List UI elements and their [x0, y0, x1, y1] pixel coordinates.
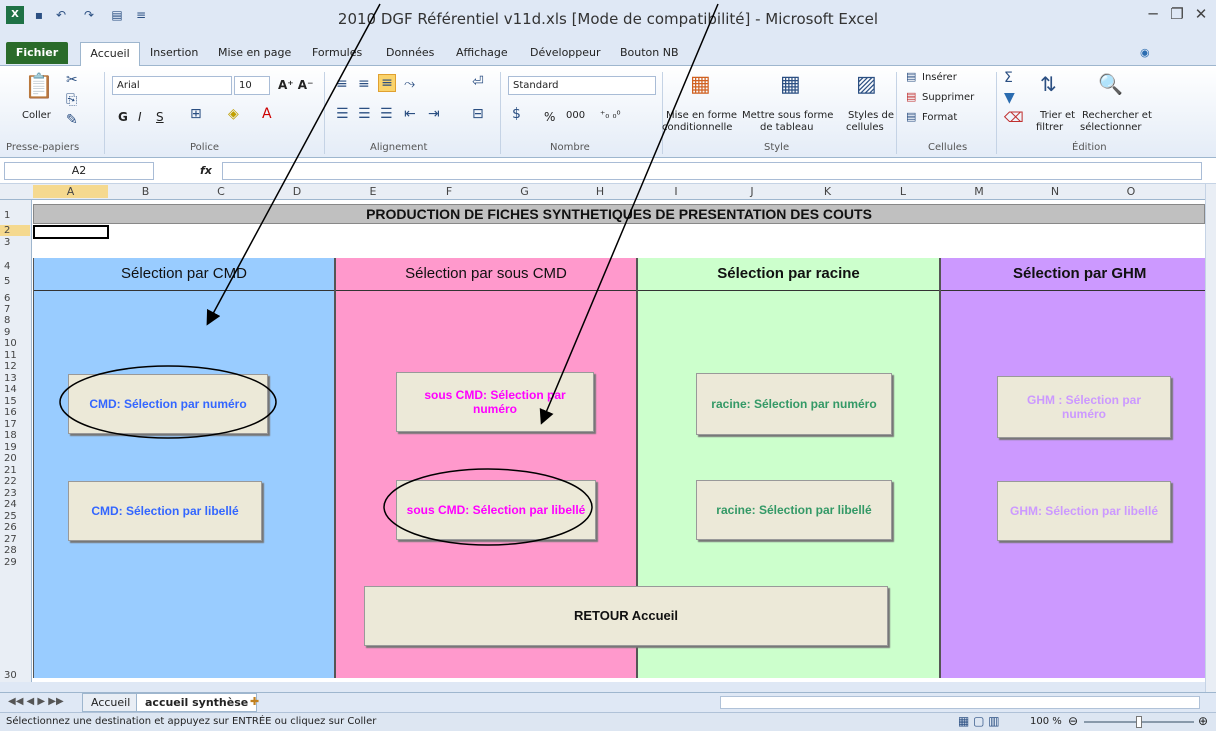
- sheet-tab-accueil[interactable]: Accueil: [82, 693, 140, 712]
- annotation-overlay: [59, 3, 719, 546]
- annotation-arrow: [206, 3, 381, 326]
- annotation-circle: [59, 365, 277, 439]
- annotation-circle: [383, 468, 593, 546]
- sheet-tabs-bar: ◀◀ ◀ ▶ ▶▶ Accueil accueil synthèse ✚: [0, 692, 1216, 712]
- zoom-level[interactable]: 100 %: [1030, 716, 1062, 727]
- zoom-out-icon[interactable]: ⊖: [1068, 714, 1078, 728]
- status-bar: Sélectionnez une destination et appuyez …: [0, 712, 1216, 731]
- sheet-bottom-strip: [0, 682, 1205, 692]
- sheet-nav-arrows[interactable]: ◀◀ ◀ ▶ ▶▶: [8, 696, 64, 707]
- vertical-scrollbar[interactable]: [1205, 184, 1216, 692]
- insert-sheet-icon[interactable]: ✚: [250, 695, 259, 708]
- status-message: Sélectionnez une destination et appuyez …: [6, 716, 377, 727]
- page-view-icons[interactable]: ▦ ▢ ▥: [958, 714, 1000, 728]
- sheet-tab-accueil-synthese[interactable]: accueil synthèse: [136, 693, 258, 712]
- zoom-slider-thumb[interactable]: [1136, 716, 1142, 728]
- horizontal-scrollbar[interactable]: [720, 696, 1200, 709]
- annotation-arrow: [539, 3, 719, 425]
- zoom-in-icon[interactable]: ⊕: [1198, 714, 1208, 728]
